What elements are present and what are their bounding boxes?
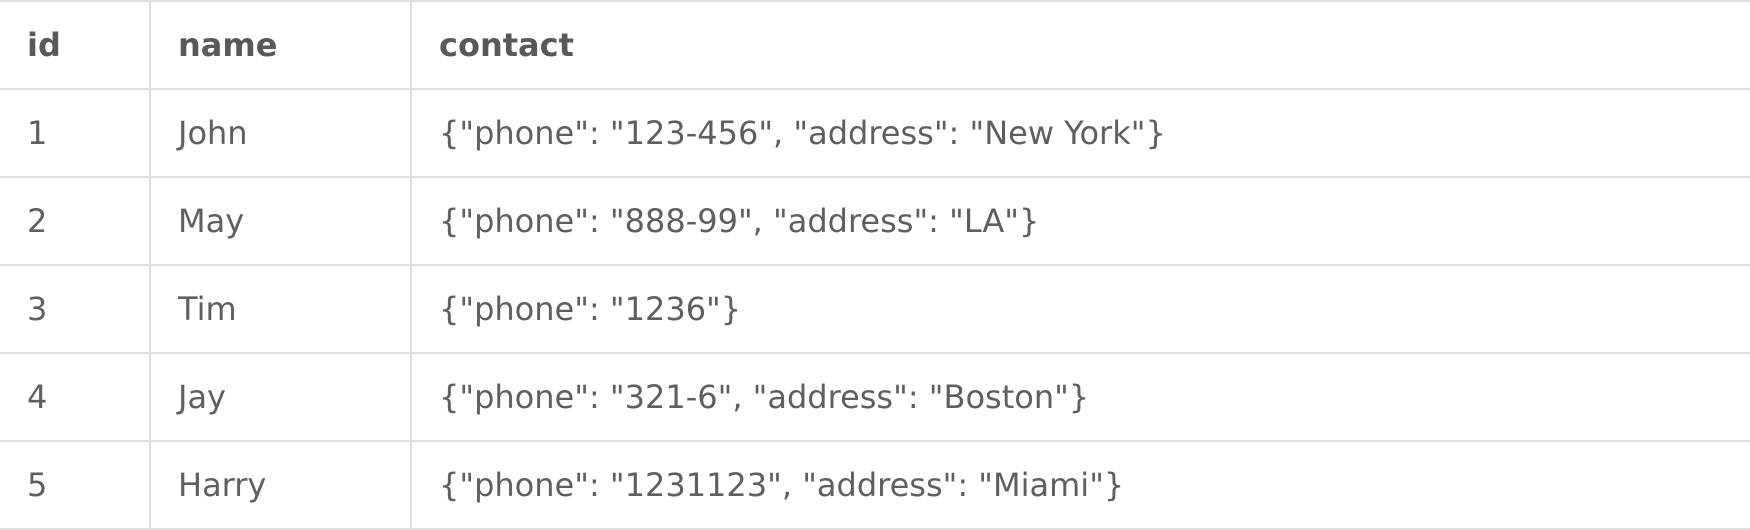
cell-name: John: [150, 89, 412, 178]
cell-contact: {"phone": "1236"}: [411, 265, 1750, 354]
column-header-name[interactable]: name: [150, 1, 412, 90]
cell-id: 1: [0, 89, 151, 178]
cell-id: 4: [0, 353, 151, 442]
table-row[interactable]: 3 Tim {"phone": "1236"}: [0, 265, 1750, 354]
cell-id: 3: [0, 265, 151, 354]
cell-contact: {"phone": "888-99", "address": "LA"}: [411, 177, 1750, 266]
table-container: id name contact 1 John {"phone": "123-45…: [0, 0, 1750, 530]
cell-id: 2: [0, 177, 151, 266]
table-header: id name contact: [0, 1, 1750, 90]
cell-name: Tim: [150, 265, 412, 354]
table-row[interactable]: 4 Jay {"phone": "321-6", "address": "Bos…: [0, 353, 1750, 442]
cell-name: Harry: [150, 441, 412, 530]
column-header-contact[interactable]: contact: [411, 1, 1750, 90]
cell-contact: {"phone": "321-6", "address": "Boston"}: [411, 353, 1750, 442]
table-row[interactable]: 5 Harry {"phone": "1231123", "address": …: [0, 441, 1750, 530]
cell-id: 5: [0, 441, 151, 530]
cell-name: Jay: [150, 353, 412, 442]
cell-contact: {"phone": "1231123", "address": "Miami"}: [411, 441, 1750, 530]
table-row[interactable]: 1 John {"phone": "123-456", "address": "…: [0, 89, 1750, 178]
column-header-id[interactable]: id: [0, 1, 151, 90]
cell-name: May: [150, 177, 412, 266]
header-row: id name contact: [0, 1, 1750, 90]
table-body: 1 John {"phone": "123-456", "address": "…: [0, 89, 1750, 530]
table-row[interactable]: 2 May {"phone": "888-99", "address": "LA…: [0, 177, 1750, 266]
cell-contact: {"phone": "123-456", "address": "New Yor…: [411, 89, 1750, 178]
data-table: id name contact 1 John {"phone": "123-45…: [0, 0, 1750, 530]
